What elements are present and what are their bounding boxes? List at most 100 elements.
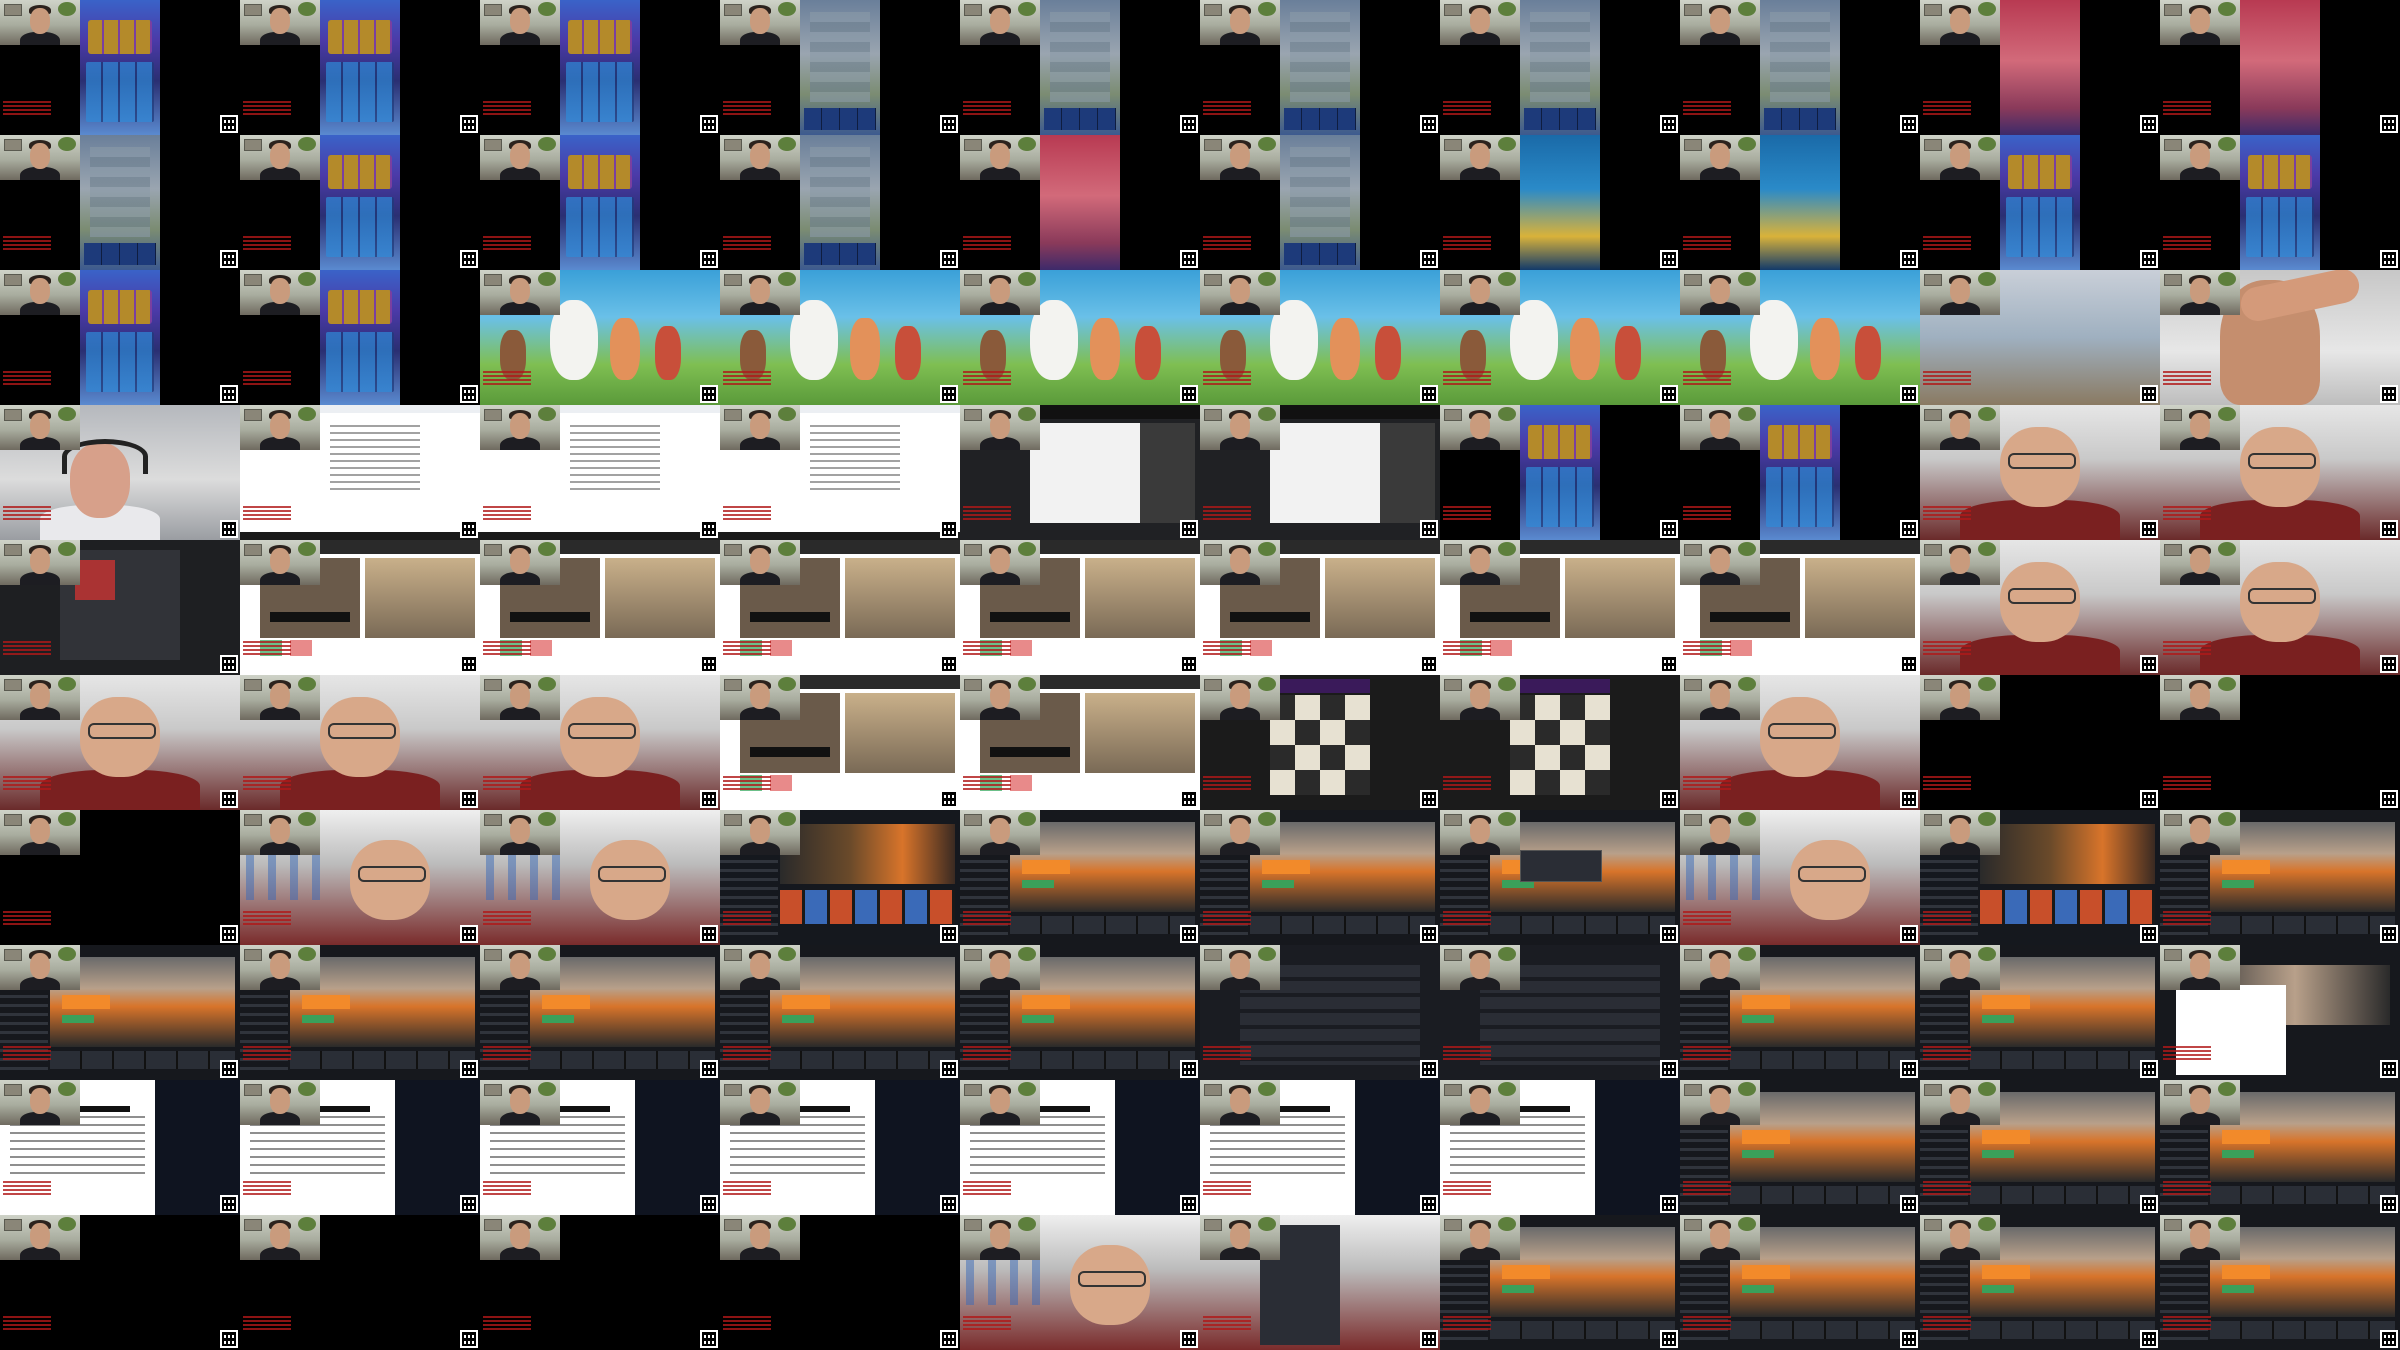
collage-tile — [240, 0, 480, 135]
qr-code-icon — [700, 790, 718, 808]
collage-tile — [960, 675, 1200, 810]
qr-code-icon — [1660, 1330, 1678, 1348]
webcam-overlay — [480, 1080, 560, 1125]
qr-code-icon — [460, 115, 478, 133]
qr-code-icon — [1660, 790, 1678, 808]
collage-tile — [1680, 405, 1920, 540]
webcam-overlay — [240, 540, 320, 585]
webcam-overlay — [720, 675, 800, 720]
red-watermark-text — [3, 1316, 51, 1332]
webcam-overlay — [1440, 270, 1520, 315]
red-watermark-text — [1443, 641, 1491, 657]
collage-tile — [1440, 675, 1680, 810]
phone-game-screen — [1760, 405, 1840, 540]
phone-arena-screen — [1280, 135, 1360, 270]
red-watermark-text — [1683, 641, 1731, 657]
red-watermark-text — [3, 641, 51, 657]
qr-code-icon — [940, 1330, 958, 1348]
red-watermark-text — [1923, 1046, 1971, 1062]
webcam-overlay — [720, 405, 800, 450]
collage-tile — [0, 945, 240, 1080]
phone-arena-screen — [800, 135, 880, 270]
phone-game-screen — [320, 135, 400, 270]
qr-code-icon — [2140, 520, 2158, 538]
webcam-overlay — [2160, 270, 2240, 315]
qr-code-icon — [220, 250, 238, 268]
webcam-overlay — [1440, 1080, 1520, 1125]
red-watermark-text — [723, 1046, 771, 1062]
collage-tile — [960, 1080, 1200, 1215]
red-watermark-text — [1923, 506, 1971, 522]
qr-code-icon — [940, 1060, 958, 1078]
webcam-overlay — [2160, 0, 2240, 45]
qr-code-icon — [1900, 790, 1918, 808]
red-watermark-text — [2163, 911, 2211, 927]
collage-tile — [0, 540, 240, 675]
red-watermark-text — [1683, 911, 1731, 927]
webcam-overlay — [0, 945, 80, 990]
red-watermark-text — [1923, 1316, 1971, 1332]
collage-tile — [1440, 540, 1680, 675]
collage-tile — [1920, 675, 2160, 810]
qr-code-icon — [1660, 115, 1678, 133]
red-watermark-text — [2163, 371, 2211, 387]
red-watermark-text — [1683, 506, 1731, 522]
phone-red-arena-screen — [2000, 0, 2080, 135]
webcam-overlay — [1920, 1215, 2000, 1260]
collage-tile — [1920, 1080, 2160, 1215]
qr-code-icon — [1180, 655, 1198, 673]
webcam-overlay — [240, 945, 320, 990]
red-watermark-text — [1203, 911, 1251, 927]
red-watermark-text — [2163, 236, 2211, 252]
red-watermark-text — [963, 911, 1011, 927]
collage-tile — [1200, 270, 1440, 405]
webcam-overlay — [1680, 945, 1760, 990]
qr-code-icon — [2140, 1060, 2158, 1078]
qr-code-icon — [2380, 1330, 2398, 1348]
qr-code-icon — [1420, 1060, 1438, 1078]
collage-tile — [240, 675, 480, 810]
webcam-overlay — [2160, 945, 2240, 990]
collage-tile — [1200, 405, 1440, 540]
phone-game-screen — [80, 270, 160, 405]
webcam-overlay — [2160, 1080, 2240, 1125]
qr-code-icon — [2140, 925, 2158, 943]
qr-code-icon — [1420, 520, 1438, 538]
webcam-overlay — [1200, 945, 1280, 990]
qr-code-icon — [1900, 655, 1918, 673]
red-watermark-text — [483, 1181, 531, 1197]
red-watermark-text — [243, 506, 291, 522]
webcam-overlay — [1680, 540, 1760, 585]
collage-tile — [1200, 0, 1440, 135]
red-watermark-text — [2163, 1046, 2211, 1062]
collage-tile — [1440, 1215, 1680, 1350]
webcam-overlay — [1680, 810, 1760, 855]
collage-tile — [960, 135, 1200, 270]
webcam-overlay — [1200, 1080, 1280, 1125]
webcam-overlay — [960, 405, 1040, 450]
qr-code-icon — [220, 790, 238, 808]
webcam-overlay — [960, 270, 1040, 315]
red-watermark-text — [483, 641, 531, 657]
red-watermark-text — [1683, 1316, 1731, 1332]
collage-tile — [240, 945, 480, 1080]
webcam-overlay — [1440, 135, 1520, 180]
red-watermark-text — [1923, 236, 1971, 252]
red-watermark-text — [723, 1181, 771, 1197]
qr-code-icon — [700, 1330, 718, 1348]
red-watermark-text — [1203, 371, 1251, 387]
webcam-overlay — [2160, 540, 2240, 585]
webcam-overlay — [0, 0, 80, 45]
collage-tile — [720, 1080, 960, 1215]
webcam-overlay — [0, 270, 80, 315]
qr-code-icon — [220, 1060, 238, 1078]
webcam-overlay — [1440, 945, 1520, 990]
webcam-overlay — [480, 135, 560, 180]
collage-tile — [2160, 135, 2400, 270]
red-watermark-text — [243, 1316, 291, 1332]
qr-code-icon — [1900, 1060, 1918, 1078]
qr-code-icon — [1900, 925, 1918, 943]
webcam-overlay — [1920, 270, 2000, 315]
red-watermark-text — [963, 1181, 1011, 1197]
red-watermark-text — [483, 506, 531, 522]
